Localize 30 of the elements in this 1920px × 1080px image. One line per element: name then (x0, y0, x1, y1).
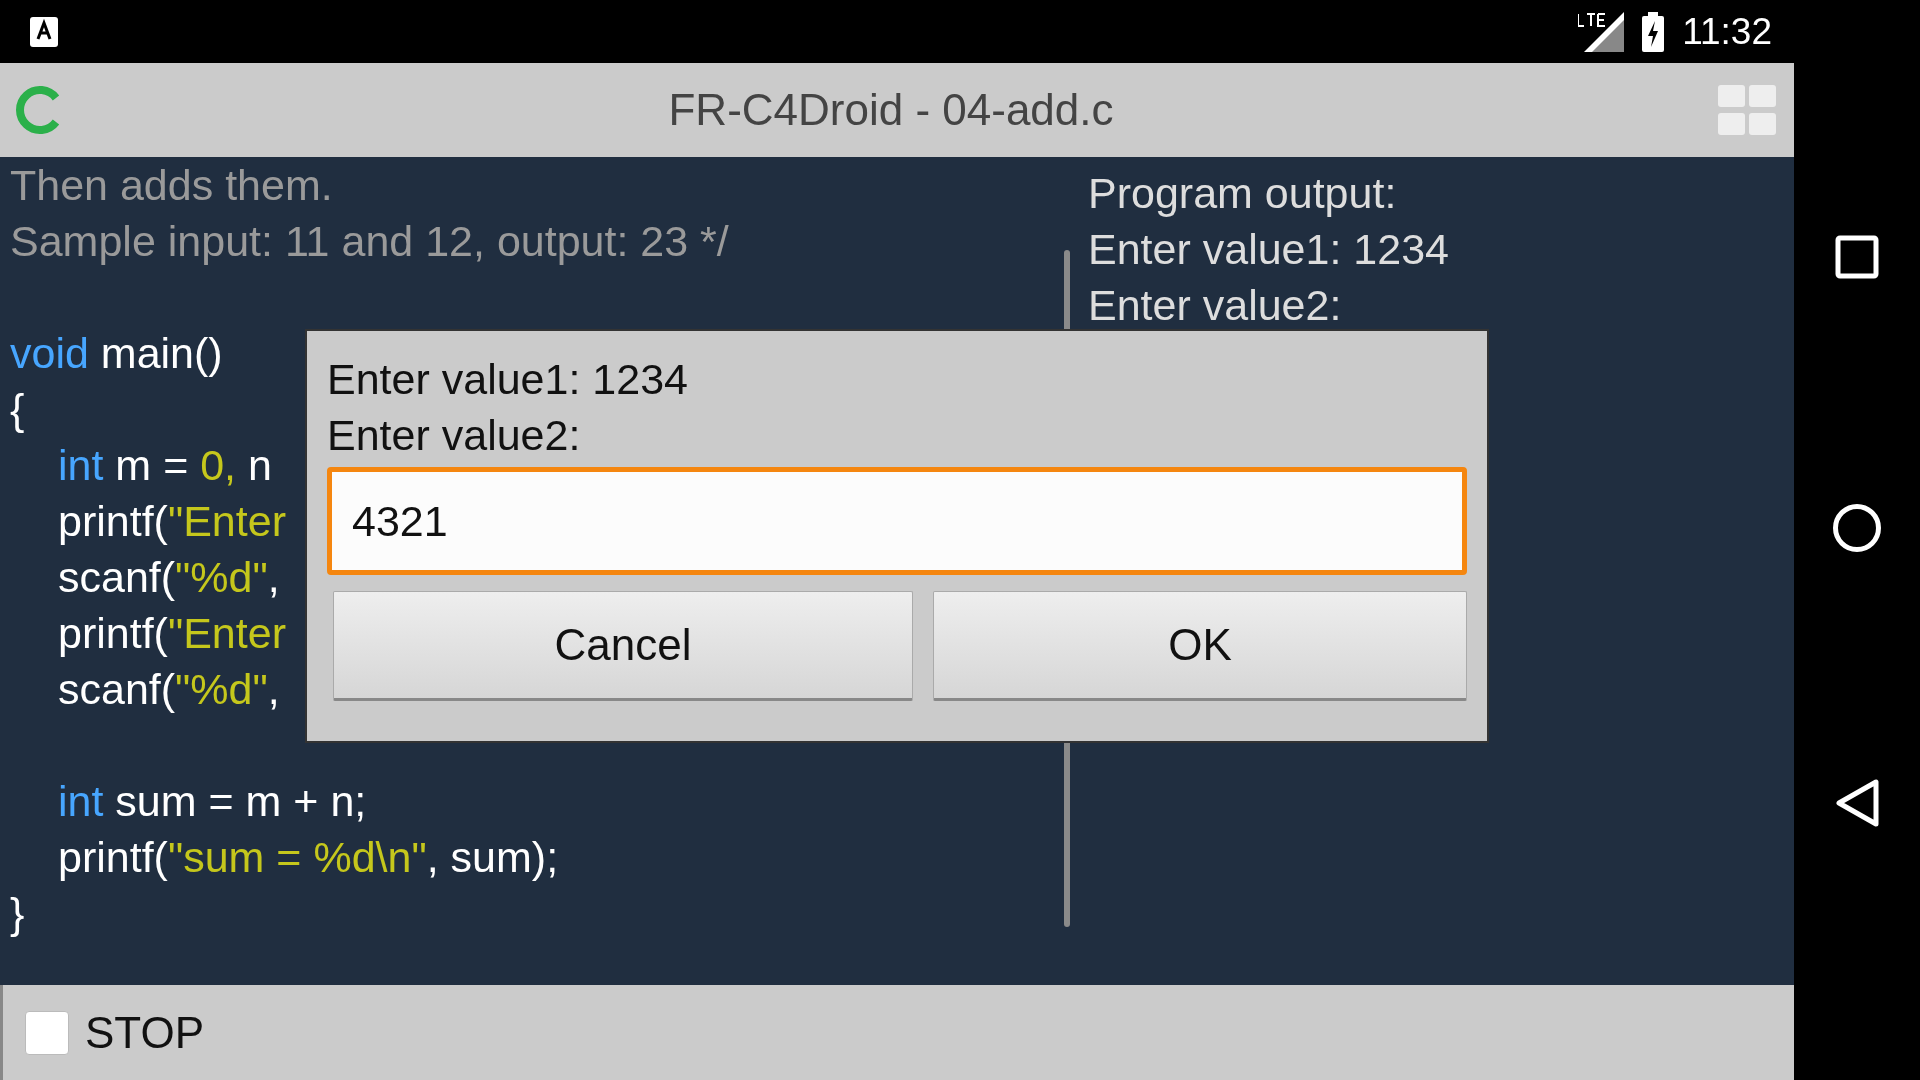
home-icon[interactable] (1832, 503, 1882, 554)
app-title: FR-C4Droid - 04-add.c (667, 85, 1115, 135)
output-line: Program output: (1088, 168, 1397, 219)
dialog-button[interactable]: Cancel (333, 591, 913, 701)
recent-apps-icon[interactable] (1835, 235, 1879, 280)
code-line: Sample input: 11 and 12, output: 23 */ (10, 216, 729, 267)
output-line: Enter value2: (1088, 280, 1342, 331)
code-line: } (10, 888, 25, 939)
keyboard-icon (30, 16, 58, 47)
code-line: Then adds them. (10, 160, 333, 211)
output-line: Enter value1: 1234 (1088, 224, 1449, 275)
battery-charging-icon (1642, 11, 1665, 52)
code-line: int sum = m + n; (58, 776, 367, 827)
clock-time: 11:32 (1682, 10, 1772, 53)
dialog-message: Enter value1: 1234 (327, 354, 689, 405)
checkbox[interactable] (25, 1010, 69, 1055)
code-line: scanf("%d", (58, 664, 280, 715)
code-line: printf("sum = %d\n", sum); (58, 832, 559, 883)
back-icon[interactable] (1834, 777, 1880, 828)
code-line: printf("Enter (58, 608, 286, 659)
code-line: void main() (10, 328, 223, 379)
dialog-message: Enter value2: (327, 410, 582, 461)
input-field[interactable]: 4321 (327, 467, 1467, 575)
signal-icon (1578, 11, 1625, 52)
checkbox-label[interactable]: STOP (85, 1007, 204, 1058)
dialog-button[interactable]: OK (933, 591, 1467, 701)
code-line: scanf("%d", (58, 552, 280, 603)
code-line: { (10, 384, 25, 435)
code-line: int m = 0, n (58, 440, 272, 491)
code-line: printf("Enter (58, 496, 286, 547)
